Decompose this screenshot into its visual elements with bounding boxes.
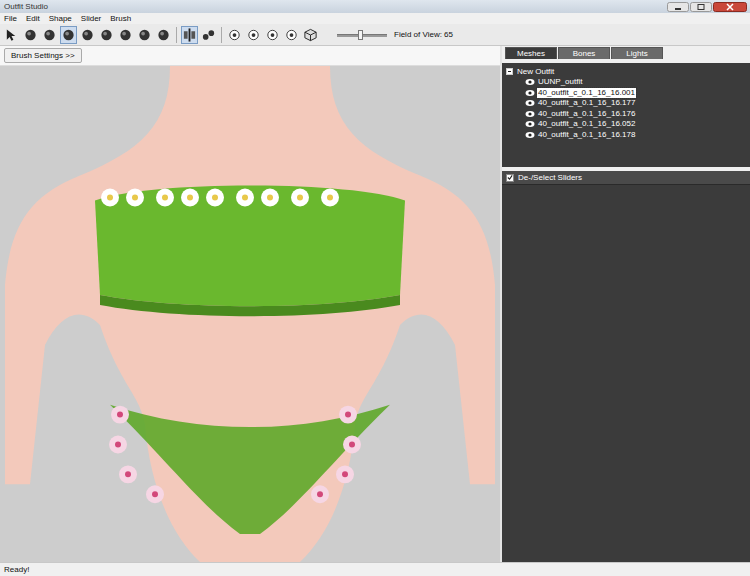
tool-button[interactable] [155,26,172,44]
tool-button[interactable] [117,26,134,44]
mirror-icon [182,27,197,43]
window-controls [667,2,747,12]
cube-icon [303,27,318,43]
brush-icon [99,27,114,43]
tool-button[interactable] [136,26,153,44]
mesh-item[interactable]: 40_outfit_a_0.1_16_16.178 [506,130,746,141]
status-text: Ready! [4,565,29,574]
mesh-label: 40_outfit_a_0.1_16_16.052 [537,119,636,129]
menu-item[interactable]: File [4,13,17,24]
tool-button[interactable] [302,26,319,44]
tree-root-label: New Outfit [517,67,554,76]
mesh-label: 40_outfit_c_0.1_16_16.001 [537,88,636,98]
model-render [0,66,500,562]
link-icon [201,27,216,43]
menu-bar: File Edit Shape Slider Brush [0,13,750,24]
maximize-icon[interactable] [690,2,712,12]
menu-item[interactable]: Edit [26,13,40,24]
toolbar: Field of View: 65 [0,24,750,46]
dot-icon [284,27,299,43]
eye-icon[interactable] [525,131,535,139]
tree-root[interactable]: New Outfit [506,66,746,77]
mesh-label: 40_outfit_a_0.1_16_16.176 [537,109,636,119]
minimize-icon[interactable] [667,2,689,12]
tool-button[interactable] [226,26,243,44]
brush-icon [42,27,57,43]
dot-icon [265,27,280,43]
tool-button[interactable] [3,26,20,44]
tab[interactable]: Lights [611,47,663,59]
brush-icon [156,27,171,43]
tool-button[interactable] [245,26,262,44]
tool-button[interactable] [283,26,300,44]
menu-item[interactable]: Shape [49,13,72,24]
render-canvas[interactable] [0,66,500,562]
mesh-item[interactable]: 40_outfit_c_0.1_16_16.001 [506,88,746,99]
eye-icon[interactable] [525,120,535,128]
mesh-item[interactable]: UUNP_outfit [506,77,746,88]
mesh-label: 40_outfit_a_0.1_16_16.177 [537,98,636,108]
dot-icon [246,27,261,43]
tab[interactable]: Meshes [505,47,557,59]
outfit-studio-window: Outfit Studio File Edit Shape Slider Brush Fie… [0,0,750,576]
slider-thumb[interactable] [358,30,363,40]
eye-icon[interactable] [525,89,535,97]
mesh-label: 40_outfit_a_0.1_16_16.178 [537,130,636,140]
tool-button[interactable] [181,26,198,44]
expander-icon[interactable] [506,68,513,75]
fov-slider[interactable] [337,29,387,41]
menu-item[interactable]: Slider [81,13,101,24]
brush-icon [80,27,95,43]
sliders-header: De-/Select Sliders [502,171,750,185]
tool-button[interactable] [22,26,39,44]
tab[interactable]: Bones [558,47,610,59]
side-panel: MeshesBonesLightsNew OutfitUUNP_outfit40… [502,46,750,562]
brush-icon [23,27,38,43]
mesh-item[interactable]: 40_outfit_a_0.1_16_16.052 [506,119,746,130]
eye-icon[interactable] [525,99,535,107]
tool-button[interactable] [264,26,281,44]
eye-icon[interactable] [525,110,535,118]
mesh-tree: New OutfitUUNP_outfit40_outfit_c_0.1_16_… [502,63,750,167]
close-icon[interactable] [713,2,747,12]
tool-button[interactable] [79,26,96,44]
tool-button[interactable] [60,26,77,44]
check-icon [507,174,513,181]
window-title: Outfit Studio [4,2,48,11]
brush-icon [137,27,152,43]
fov-label: Field of View: 65 [394,30,453,39]
tool-button[interactable] [98,26,115,44]
mesh-item[interactable]: 40_outfit_a_0.1_16_16.176 [506,109,746,120]
tool-button[interactable] [41,26,58,44]
brush-icon [61,27,76,43]
tab-bar: MeshesBonesLights [502,46,750,59]
mesh-label: UUNP_outfit [537,77,583,87]
brush-settings-row: Brush Settings >> [0,46,500,66]
mesh-item[interactable]: 40_outfit_a_0.1_16_16.177 [506,98,746,109]
tool-button[interactable] [200,26,217,44]
menu-item[interactable]: Brush [110,13,131,24]
sliders-header-label: De-/Select Sliders [518,173,582,182]
brush-icon [118,27,133,43]
dot-icon [227,27,242,43]
brush-settings-button[interactable]: Brush Settings >> [4,48,82,63]
status-bar: Ready! [0,562,750,576]
toolbar-separator [221,27,222,43]
select-sliders-checkbox[interactable] [506,174,514,182]
toolbar-separator [176,27,177,43]
viewport: Brush Settings >> [0,46,500,562]
main-area: Brush Settings >> MeshesBonesLights New Ou… [0,46,750,562]
cursor-icon [4,27,19,43]
title-bar: Outfit Studio [0,0,750,13]
sliders-panel: De-/Select Sliders [502,171,750,562]
eye-icon[interactable] [525,78,535,86]
